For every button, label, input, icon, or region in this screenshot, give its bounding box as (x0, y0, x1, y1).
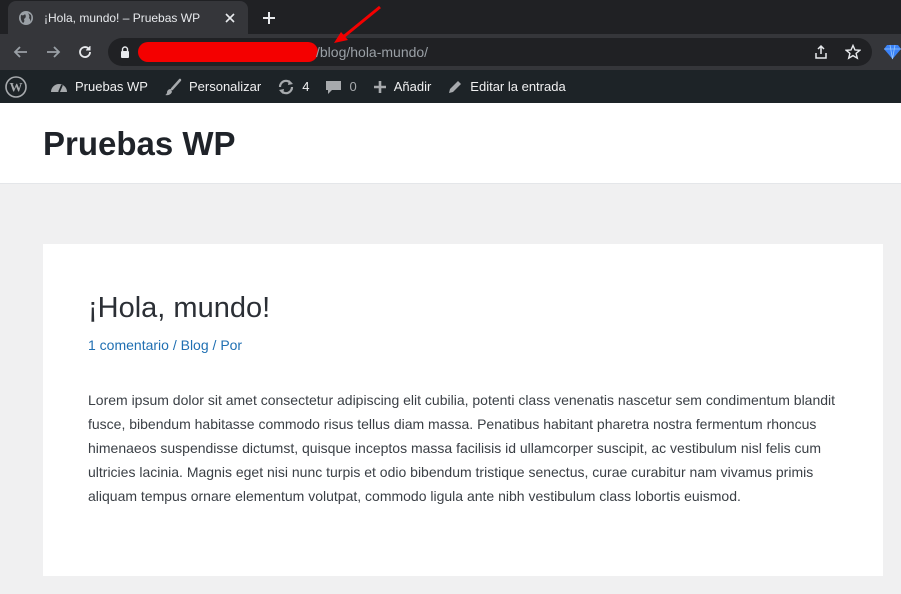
edit-post-label: Editar la entrada (470, 79, 566, 94)
site-name-menu[interactable]: Pruebas WP (42, 70, 156, 103)
wp-admin-bar: W Pruebas WP Personalizar 4 0 Añadir Edi… (0, 70, 901, 103)
globe-icon (19, 10, 33, 25)
admin-site-name: Pruebas WP (75, 79, 148, 94)
pencil-icon (449, 80, 462, 93)
wordpress-menu[interactable]: W (0, 70, 42, 103)
star-icon[interactable] (844, 43, 862, 61)
browser-tab[interactable]: ¡Hola, mundo! – Pruebas WP (8, 1, 248, 34)
updates-icon (279, 79, 294, 94)
back-button[interactable] (9, 40, 33, 64)
post-card: ¡Hola, mundo! 1 comentario / Blog / Por … (43, 244, 883, 576)
arrow-left-icon (13, 46, 27, 58)
new-tab-button[interactable] (258, 7, 280, 29)
site-header: Pruebas WP (0, 103, 901, 184)
extension-gem-icon[interactable] (884, 43, 901, 60)
url-path: /blog/hola-mundo/ (316, 44, 429, 60)
browser-tab-strip: ¡Hola, mundo! – Pruebas WP (0, 0, 901, 34)
post-title: ¡Hola, mundo! (88, 292, 271, 324)
dashboard-gauge-icon (51, 83, 67, 92)
category-link[interactable]: Blog (181, 337, 209, 353)
reload-icon (79, 46, 91, 58)
customize-link[interactable]: Personalizar (156, 70, 269, 103)
annotation-arrow-icon (334, 5, 381, 43)
lock-icon[interactable] (118, 45, 132, 59)
tab-title: ¡Hola, mundo! – Pruebas WP (44, 10, 201, 25)
edit-post-link[interactable]: Editar la entrada (439, 70, 573, 103)
post-meta: 1 comentario / Blog / Por (88, 337, 242, 353)
comments-count: 0 (349, 79, 357, 94)
comments-link[interactable]: 0 (317, 70, 364, 103)
plus-icon (263, 12, 275, 24)
browser-toolbar: /blog/hola-mundo/ (0, 34, 901, 70)
customize-label: Personalizar (188, 79, 262, 94)
add-new-label: Añadir (393, 79, 432, 94)
updates-link[interactable]: 4 (269, 70, 317, 103)
wordpress-logo-icon: W (5, 75, 27, 98)
meta-separator: / (168, 337, 181, 353)
post-body: Lorem ipsum dolor sit amet consectetur a… (88, 392, 836, 504)
updates-count: 4 (302, 79, 310, 94)
reload-button[interactable] (73, 40, 97, 64)
meta-separator: / (208, 337, 221, 353)
address-bar[interactable]: /blog/hola-mundo/ (108, 38, 872, 66)
tab-close-icon[interactable] (222, 10, 238, 26)
redacted-domain (138, 42, 318, 62)
plus-icon (373, 80, 386, 93)
paintbrush-icon (164, 78, 182, 95)
svg-text:W: W (10, 79, 23, 94)
arrow-right-icon (47, 46, 61, 58)
add-new-menu[interactable]: Añadir (365, 70, 440, 103)
comment-bubble-icon (326, 80, 342, 94)
forward-button[interactable] (41, 40, 65, 64)
site-title[interactable]: Pruebas WP (43, 125, 236, 163)
author-link[interactable]: Por (220, 337, 242, 353)
comments-link-meta[interactable]: 1 comentario (88, 337, 169, 353)
share-icon[interactable] (812, 43, 830, 61)
